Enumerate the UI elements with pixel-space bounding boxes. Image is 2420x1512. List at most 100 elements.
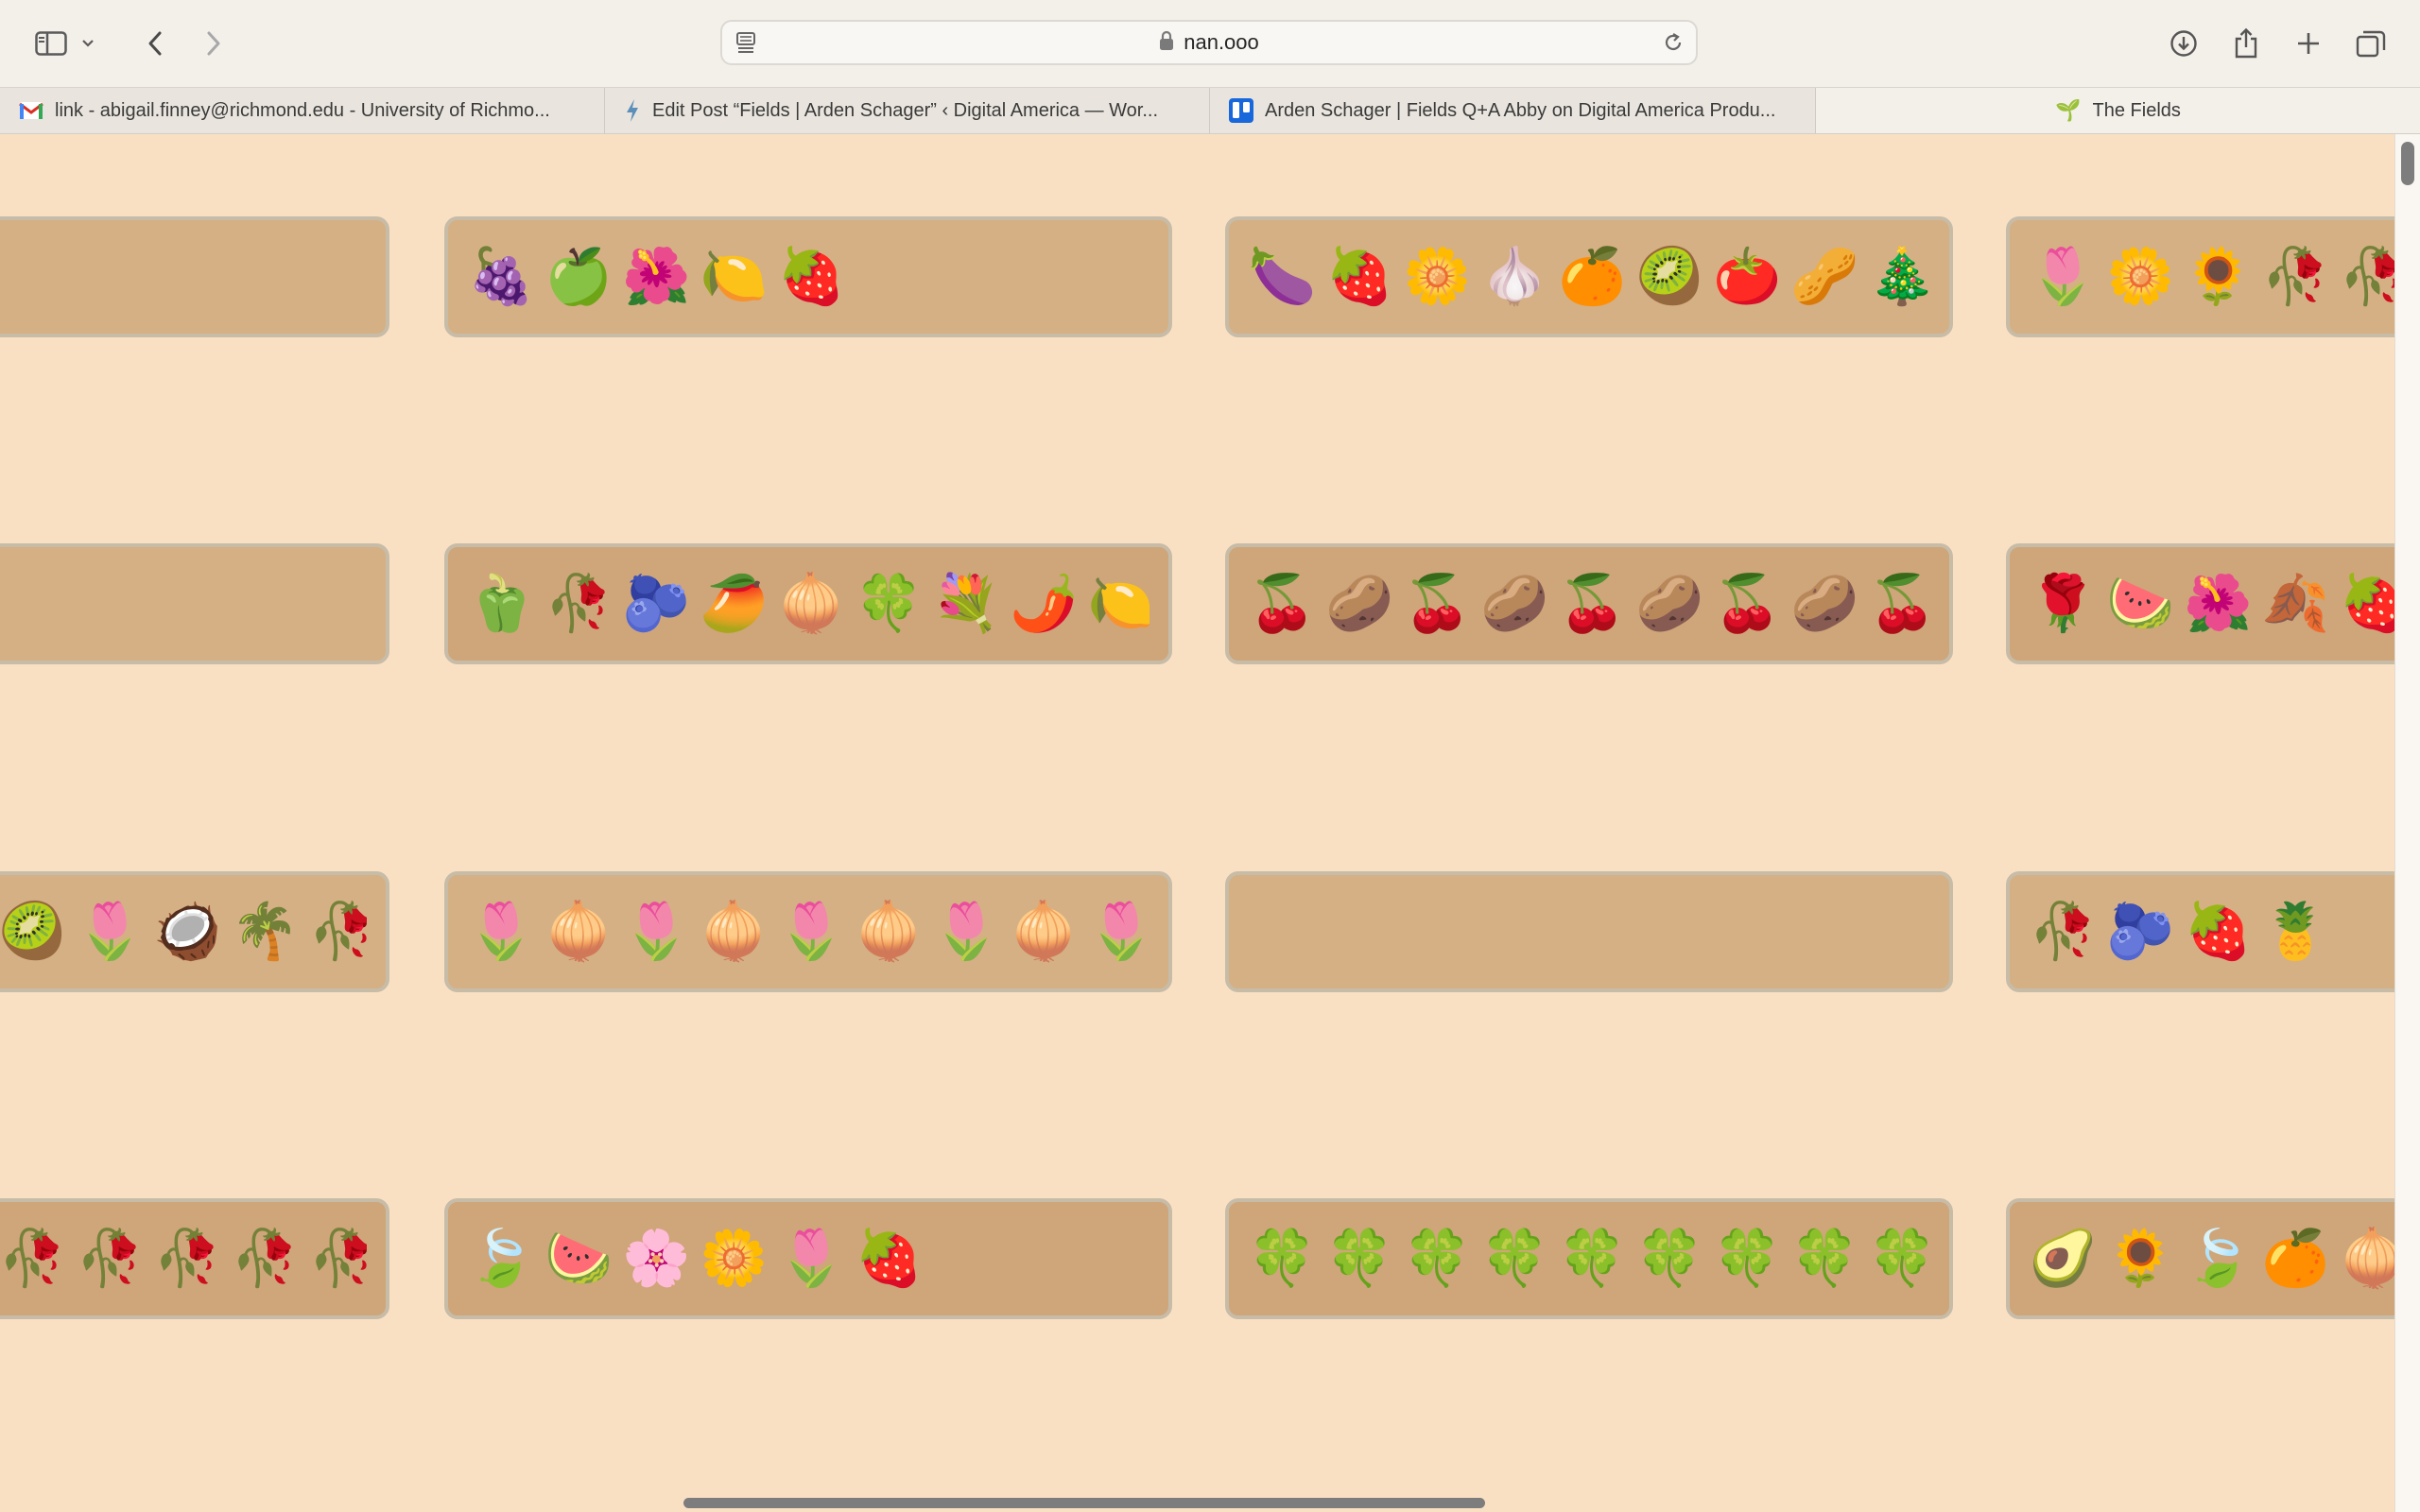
emoji-field: 🥀🥀🥀🥀🥀 — [0, 1198, 389, 1319]
plant-emoji: 🥑 — [2029, 1228, 2098, 1289]
horizontal-scroll-thumb[interactable] — [683, 1498, 1485, 1508]
plant-emoji: 🥔 — [1480, 573, 1549, 634]
plant-emoji: 🥀 — [153, 1228, 222, 1289]
tab-the-fields[interactable]: 🌱 The Fields — [1816, 88, 2420, 133]
emoji-strip: 🍒 🥔 🍒 🥔 🍒 🥔 🍒 🥔 🍒 — [1248, 547, 1930, 661]
emoji-field — [0, 216, 389, 337]
plant-emoji: 🍓 — [2184, 901, 2253, 962]
plant-emoji: 🥔 — [1325, 573, 1394, 634]
emoji-strip: 🍆 🍓 🌼 🧄 🍊 🥝 🍅 🥜 🎄 — [1248, 220, 1930, 334]
vertical-scroll-thumb[interactable] — [2401, 142, 2414, 185]
plant-emoji: 🍉 — [2106, 573, 2175, 634]
browser-toolbar: nan.ooo — [0, 0, 2420, 87]
plant-emoji: 🥀 — [308, 1231, 367, 1286]
emoji-field: 🥀 🫐 🍓 🍍 — [2006, 871, 2394, 992]
plant-emoji: 🍀 — [1403, 1228, 1472, 1289]
forward-icon[interactable] — [189, 19, 238, 68]
tab-title: link - abigail.finney@richmond.edu - Uni… — [55, 99, 550, 121]
plant-emoji: 🌷 — [76, 901, 145, 962]
emoji-strip: 🍇 🍏 🌺 🍋 🍓 — [467, 220, 1150, 334]
plant-emoji: 🌻 — [2184, 246, 2253, 307]
tab-edit-post[interactable]: Edit Post “Fields | Arden Schager” ‹ Dig… — [605, 88, 1210, 133]
plant-emoji: 🍍 — [2261, 901, 2330, 962]
plant-emoji: 🧅 — [855, 901, 924, 962]
plant-emoji: 🌷 — [622, 901, 691, 962]
plant-emoji: 🍀 — [1635, 1228, 1704, 1289]
emoji-field: 🥑🌻🍃🍊🧅 — [2006, 1198, 2394, 1319]
plant-emoji: 🍒 — [1868, 573, 1930, 634]
plant-emoji: 🫐 — [2106, 901, 2175, 962]
reload-icon[interactable] — [1662, 31, 1685, 59]
plant-emoji: 🍀 — [1713, 1228, 1782, 1289]
plant-emoji: 🍉 — [544, 1228, 614, 1289]
plus-icon[interactable] — [2284, 19, 2333, 68]
emoji-field: 🥝🌷🥥🌴🥀 — [0, 871, 389, 992]
emoji-strip: 🥑🌻🍃🍊🧅 — [2029, 1202, 2394, 1315]
emoji-field: 🌹🍉🌺🍂🍓 — [2006, 543, 2394, 664]
plant-emoji: 🍀 — [1480, 1228, 1549, 1289]
plant-emoji: 🧅 — [544, 901, 614, 962]
plant-emoji: 🍂 — [2261, 573, 2330, 634]
tab-title: Edit Post “Fields | Arden Schager” ‹ Dig… — [652, 99, 1159, 121]
emoji-strip: 🌷🌼🌻🥀🥀 — [2029, 220, 2394, 334]
plant-emoji: 🍓 — [1325, 246, 1394, 307]
plant-emoji: 🎄 — [1868, 246, 1930, 307]
emoji-strip — [1248, 875, 1930, 988]
emoji-strip: 🍀 🍀 🍀 🍀 🍀 🍀 🍀 🍀 🍀 — [1248, 1202, 1930, 1315]
emoji-strip: 🥀 🫐 🍓 🍍 — [2029, 875, 2394, 988]
plant-emoji: 🍒 — [1558, 573, 1627, 634]
emoji-strip: 🫑 🥀 🫐 🥭 🧅 🍀 💐 🌶️ 🍋 — [467, 547, 1150, 661]
plant-emoji: 💐 — [932, 573, 1001, 634]
tab-trello[interactable]: Arden Schager | Fields Q+A Abby on Digit… — [1210, 88, 1816, 133]
plant-emoji: 🥀 — [2029, 901, 2098, 962]
plant-emoji: 🫐 — [622, 573, 691, 634]
emoji-field: 🌷 🧅 🌷 🧅 🌷 🧅 🌷 🧅 🌷 — [444, 871, 1172, 992]
plant-emoji: 🍒 — [1713, 573, 1782, 634]
tab-overview-icon[interactable] — [2346, 19, 2395, 68]
plant-emoji: 🌷 — [777, 1228, 846, 1289]
plant-emoji: 🌷 — [932, 901, 1001, 962]
bolt-icon — [624, 98, 641, 123]
plant-emoji: 🥥 — [153, 901, 222, 962]
plant-emoji: 🥔 — [1635, 573, 1704, 634]
sidebar-icon[interactable] — [26, 19, 76, 68]
emoji-strip: 🍃 🍉 🌸 🌼 🌷 🍓 — [467, 1202, 1150, 1315]
share-icon[interactable] — [2221, 19, 2271, 68]
download-icon[interactable] — [2159, 19, 2208, 68]
plant-emoji: 🍇 — [467, 246, 536, 307]
vertical-scrollbar[interactable] — [2394, 134, 2420, 1512]
plant-emoji: 🍃 — [2184, 1228, 2253, 1289]
emoji-strip: 🌹🍉🌺🍂🍓 — [2029, 547, 2394, 661]
plant-emoji: 🌻 — [2106, 1228, 2175, 1289]
plant-emoji: 🍃 — [467, 1228, 536, 1289]
plant-emoji: 🌷 — [2029, 246, 2098, 307]
back-icon[interactable] — [130, 19, 180, 68]
plant-emoji: 🌶️ — [1010, 573, 1079, 634]
plant-emoji: 🌹 — [2029, 573, 2098, 634]
plant-emoji: 🥀 — [76, 1228, 145, 1289]
plant-emoji: 🌷 — [467, 901, 536, 962]
address-bar[interactable]: nan.ooo — [720, 20, 1698, 65]
plant-emoji: 🥀 — [544, 573, 614, 634]
plant-emoji: 🌸 — [622, 1228, 691, 1289]
emoji-field: 🍇 🍏 🌺 🍋 🍓 — [444, 216, 1172, 337]
plant-emoji: 🍏 — [544, 246, 614, 307]
plant-emoji: 🥭 — [700, 573, 769, 634]
chevron-down-icon[interactable] — [74, 19, 102, 68]
plant-emoji: 🌷 — [777, 901, 846, 962]
plant-emoji: 🥀 — [308, 904, 367, 959]
plant-emoji: 🥝 — [1635, 246, 1704, 307]
plant-emoji: 🌼 — [2106, 246, 2175, 307]
plant-emoji: 🌼 — [700, 1228, 769, 1289]
plant-emoji: 🍀 — [855, 573, 924, 634]
emoji-field: 🍃 🍉 🌸 🌼 🌷 🍓 — [444, 1198, 1172, 1319]
plant-emoji: 🌺 — [2184, 573, 2253, 634]
emoji-strip: 🥝🌷🥥🌴🥀 — [0, 875, 367, 988]
plant-emoji: 🌼 — [1403, 246, 1472, 307]
tab-gmail[interactable]: link - abigail.finney@richmond.edu - Uni… — [0, 88, 605, 133]
emoji-strip: 🌷 🧅 🌷 🧅 🌷 🧅 🌷 🧅 🌷 — [467, 875, 1150, 988]
plant-emoji: 🧅 — [2339, 1231, 2394, 1286]
plant-emoji: 🍀 — [1868, 1228, 1930, 1289]
emoji-field: 🍆 🍓 🌼 🧄 🍊 🥝 🍅 🥜 🎄 — [1225, 216, 1953, 337]
plant-emoji: 🫑 — [467, 573, 536, 634]
